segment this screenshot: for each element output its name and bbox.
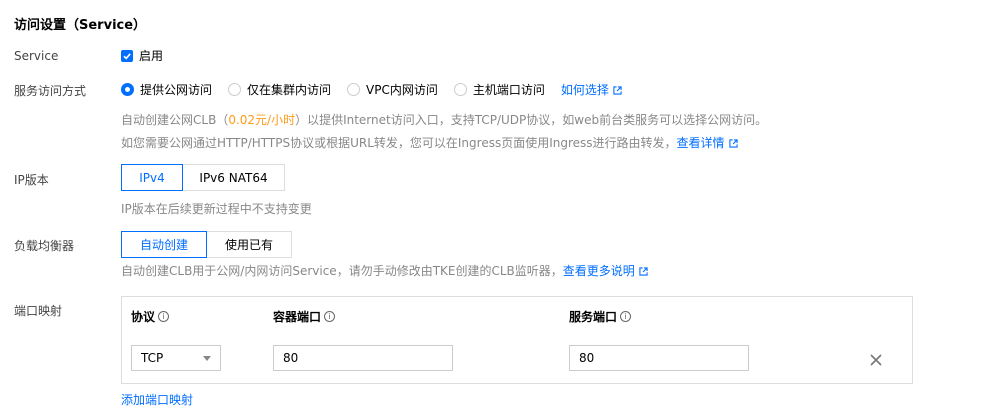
access-mode-label: 服务访问方式: [14, 84, 87, 98]
chevron-down-icon: [203, 355, 211, 361]
protocol-header-text: 协议: [131, 310, 156, 324]
service-label: Service: [14, 49, 59, 63]
load-balancer-auto-create-button[interactable]: 自动创建: [121, 231, 207, 258]
info-icon[interactable]: i: [324, 311, 336, 322]
desc2-text: 如您需要公网通过HTTP/HTTPS协议或根据URL转发，您可以在Ingress…: [121, 136, 677, 150]
radio-cluster-only[interactable]: 仅在集群内访问: [228, 81, 331, 98]
external-link-icon: [639, 267, 648, 276]
radio-selected-icon: [121, 83, 134, 96]
load-balancer-note: 自动创建CLB用于公网/内网访问Service，请勿手动修改由TKE创建的CLB…: [121, 262, 648, 279]
radio-public-access[interactable]: 提供公网访问: [121, 81, 212, 98]
view-details-link-text: 查看详情: [676, 136, 725, 150]
radio-unselected-icon: [453, 83, 467, 96]
service-enable-label: 启用: [139, 49, 164, 63]
view-more-link-text: 查看更多说明: [562, 264, 635, 278]
ip-version-ipv6-button[interactable]: IPv6 NAT64: [183, 164, 285, 191]
radio-host-port-label: 主机端口访问: [472, 83, 545, 97]
section-title: 访问设置（Service）: [14, 18, 147, 33]
service-enable-checkbox[interactable]: 启用: [121, 47, 163, 64]
access-mode-description-2: 如您需要公网通过HTTP/HTTPS协议或根据URL转发，您可以在Ingress…: [121, 134, 738, 151]
port-mapping-label: 端口映射: [14, 304, 63, 318]
load-balancer-note-text: 自动创建CLB用于公网/内网访问Service，请勿手动修改由TKE创建的CLB…: [121, 264, 563, 278]
view-more-link[interactable]: 查看更多说明: [563, 264, 648, 278]
container-port-input[interactable]: 80: [273, 345, 453, 371]
checkbox-checked-icon: [121, 49, 133, 62]
access-mode-radio-group: 提供公网访问 仅在集群内访问 VPC内网访问 主机端口访问 如何选择: [121, 81, 622, 98]
ip-version-ipv4-button[interactable]: IPv4: [121, 164, 183, 191]
load-balancer-use-existing-button[interactable]: 使用已有: [207, 231, 292, 258]
how-to-choose-link[interactable]: 如何选择: [561, 81, 622, 98]
desc1-suffix: ）以提供Internet访问入口，支持TCP/UDP协议，如web前台类服务可以…: [295, 113, 768, 127]
radio-public-access-label: 提供公网访问: [140, 83, 213, 97]
port-mapping-panel: [121, 296, 913, 384]
radio-host-port[interactable]: 主机端口访问: [453, 81, 545, 98]
add-port-mapping-link[interactable]: 添加端口映射: [121, 391, 193, 408]
radio-vpc-access[interactable]: VPC内网访问: [347, 81, 438, 98]
container-port-value: 80: [283, 351, 299, 365]
ip-version-label: IP版本: [14, 173, 49, 187]
service-port-value: 80: [579, 351, 595, 365]
radio-unselected-icon: [228, 83, 242, 96]
external-link-icon: [613, 86, 622, 95]
ip-version-note: IP版本在后续更新过程中不支持变更: [121, 202, 312, 216]
protocol-header: 协议 i: [131, 308, 170, 325]
desc1-prefix: 自动创建公网CLB（: [121, 113, 229, 127]
radio-vpc-access-label: VPC内网访问: [366, 83, 438, 97]
info-icon[interactable]: i: [620, 311, 632, 322]
close-icon[interactable]: [869, 353, 883, 367]
load-balancer-segmented: 自动创建 使用已有: [121, 231, 292, 258]
info-icon[interactable]: i: [158, 311, 170, 322]
radio-cluster-only-label: 仅在集群内访问: [247, 83, 332, 97]
external-link-icon: [728, 139, 738, 148]
how-to-choose-link-text: 如何选择: [560, 83, 609, 97]
service-port-header-text: 服务端口: [569, 310, 618, 324]
protocol-select[interactable]: TCP: [131, 345, 221, 371]
radio-unselected-icon: [347, 83, 361, 96]
protocol-select-value: TCP: [141, 351, 164, 365]
ip-version-segmented: IPv4 IPv6 NAT64: [121, 164, 285, 191]
load-balancer-label: 负载均衡器: [14, 239, 75, 253]
container-port-header-text: 容器端口: [273, 310, 322, 324]
container-port-header: 容器端口 i: [273, 308, 336, 325]
service-port-input[interactable]: 80: [569, 345, 749, 371]
service-port-header: 服务端口 i: [569, 308, 632, 325]
access-mode-description-1: 自动创建公网CLB（0.02元/小时）以提供Internet访问入口，支持TCP…: [121, 111, 767, 128]
clb-price: 0.02元/小时: [228, 113, 296, 127]
view-details-link[interactable]: 查看详情: [677, 136, 738, 150]
